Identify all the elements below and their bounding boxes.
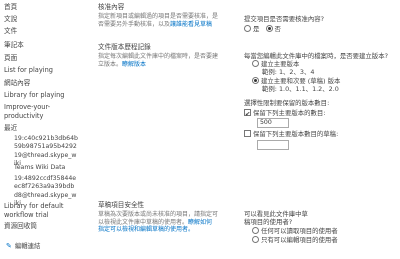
draft-security-settings: 可以看見此文件庫中草稿項目的使用者? 任何可以讀取項目的使用者 只有可以編輯項目… [244, 210, 394, 244]
approval-no-label: 否 [274, 25, 281, 34]
checkmark-icon: ✔ [245, 110, 251, 119]
nav-item-recycle-bin[interactable]: 資源回收筒 [4, 222, 37, 230]
keep-drafts-checkbox[interactable] [244, 130, 251, 138]
content-approval-title: 核准內容 [98, 3, 125, 11]
versioning-text: 指定每次編輯此文件庫中的檔案時，是否要建立版本。 [98, 53, 219, 68]
versioning-description: 文件版本歷程記錄 指定每次編輯此文件庫中的檔案時，是否要建立版本。瞭解版本 [98, 43, 218, 68]
keep-drafts-label: 保留下列主要版本數目的草稿: [253, 130, 339, 139]
editors-only-radio[interactable] [252, 235, 259, 243]
nav-item-notebook[interactable]: 筆記本 [4, 41, 24, 49]
approval-yes-label: 是 [253, 25, 260, 34]
major-minor-versions-example: 範例: 1.0、1.1、1.2、2.0 [262, 84, 339, 93]
versioning-settings: 每當您編輯此文件庫中的檔案時，是否要建立版本? 建立主要版本 範例: 1、2、3… [244, 52, 394, 152]
nav-item-library-default-workflow[interactable]: Library for default workflow trial [4, 202, 76, 220]
approval-yes-radio[interactable] [244, 25, 251, 33]
nav-item-site-contents[interactable]: 網站內容 [4, 79, 30, 87]
keep-major-label: 保留下列主要版本的數目: [253, 109, 326, 118]
approval-no-radio[interactable] [265, 25, 273, 33]
keep-major-input[interactable]: 500 [257, 118, 289, 129]
nav-item-home[interactable]: 首頁 [4, 3, 17, 11]
draft-security-title: 草稿項目安全性 [98, 201, 145, 209]
draft-security-question: 可以看見此文件庫中草稿項目的使用者? [244, 210, 308, 227]
major-minor-versions-label: 建立主要和次要 (草稿) 版本 [261, 76, 341, 85]
nav-item-improve-productivity[interactable]: Improve-your-productivity [4, 103, 76, 121]
edit-links-button[interactable]: ✎ 編輯連結 [6, 242, 40, 251]
nav-item-library-for-playing[interactable]: Library for playing [4, 91, 64, 99]
pencil-icon: ✎ [6, 242, 12, 250]
version-limit-question: 選擇性限制要保留的版本數目: [244, 99, 330, 108]
content-approval-link[interactable]: 讓誰能看見草稿 [170, 21, 212, 28]
left-navigation: 首頁 文說 文件 筆記本 頁面 List for playing 網站內容 Li… [0, 0, 78, 259]
keep-drafts-input[interactable] [257, 139, 289, 150]
content-approval-settings: 提交項目是否需要核准內容? 是 否 [244, 15, 394, 33]
versioning-link[interactable]: 瞭解版本 [122, 61, 146, 68]
editors-only-label: 只有可以編輯項目的使用者 [261, 235, 338, 244]
nav-item-conversations[interactable]: 文說 [4, 15, 17, 23]
major-versions-radio[interactable] [252, 60, 259, 68]
versioning-title: 文件版本歷程記錄 [98, 43, 151, 51]
any-reader-radio[interactable] [252, 227, 259, 235]
nav-subitem-teams-wiki-data[interactable]: Teams Wiki Data [14, 164, 78, 172]
edit-links-label: 編輯連結 [14, 242, 41, 250]
nav-item-pages[interactable]: 頁面 [4, 54, 17, 62]
draft-security-description: 草稿項目安全性 草稿為次要版本或尚未核准的項目，請指定可以檢視此文件庫中草稿的使… [98, 201, 218, 234]
nav-item-list-for-playing[interactable]: List for playing [4, 66, 53, 74]
any-reader-label: 任何可以讀取項目的使用者 [261, 227, 338, 236]
major-versions-label: 建立主要版本 [261, 60, 300, 69]
keep-major-checkbox[interactable]: ✔ [244, 109, 251, 119]
versioning-question: 每當您編輯此文件庫中的檔案時，是否要建立版本? [244, 52, 388, 60]
content-approval-question: 提交項目是否需要核准內容? [244, 15, 325, 23]
nav-item-recent: 最近 [4, 124, 18, 132]
major-minor-versions-radio[interactable] [252, 76, 259, 84]
content-approval-description: 核准內容 指定新項目或編輯過的項目是否需要核准，是否需要另外手動核准，以及讓誰能… [98, 3, 218, 28]
major-versions-example: 範例: 1、2、3、4 [262, 68, 315, 77]
nav-item-documents[interactable]: 文件 [4, 27, 17, 35]
